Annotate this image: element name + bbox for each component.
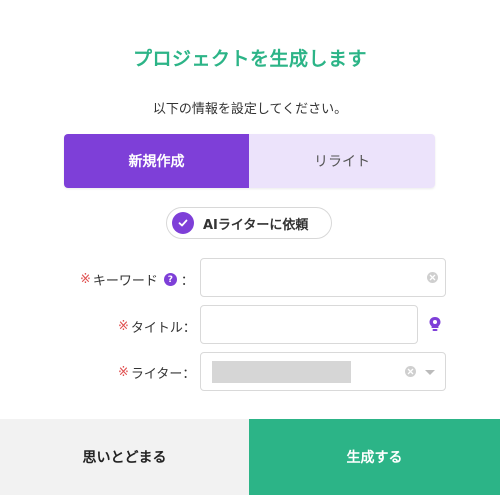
title-label-row: ※ タイトル ： <box>118 317 196 336</box>
tab-rewrite[interactable]: リライト <box>249 134 435 188</box>
mode-tabs: 新規作成 リライト <box>64 134 435 188</box>
writer-label: ライター <box>130 367 183 382</box>
help-icon[interactable]: ? <box>163 273 177 286</box>
bulb-icon[interactable] <box>428 316 442 332</box>
dialog-subtitle: 以下の情報を設定してください。 <box>152 102 348 117</box>
title-colon: ： <box>182 321 196 336</box>
writer-colon: ： <box>182 367 196 382</box>
generate-button[interactable]: 生成する <box>249 419 500 495</box>
chevron-down-icon[interactable] <box>425 370 435 375</box>
writer-label-row: ※ ライター ： <box>118 363 195 382</box>
title-field-wrap <box>200 305 418 344</box>
keyword-colon: ： <box>180 274 194 289</box>
tab-new[interactable]: 新規作成 <box>64 134 249 188</box>
clear-icon[interactable] <box>405 366 416 377</box>
writer-select[interactable] <box>200 352 446 391</box>
keyword-label-row: ※ キーワード ? ： <box>80 270 194 289</box>
keyword-label: キーワード <box>92 274 158 289</box>
required-mark: ※ <box>118 365 129 380</box>
ai-writer-toggle[interactable]: AIライターに依頼 <box>166 207 332 239</box>
dialog-title: プロジェクトを生成します <box>132 48 367 70</box>
title-input[interactable] <box>201 306 417 343</box>
cancel-button[interactable]: 思いとどまる <box>0 419 249 495</box>
keyword-field-wrap <box>200 258 446 297</box>
check-icon <box>172 212 194 234</box>
writer-select-value <box>212 361 351 383</box>
clear-icon[interactable] <box>427 272 438 283</box>
required-mark: ※ <box>80 272 91 287</box>
required-mark: ※ <box>118 319 129 334</box>
ai-writer-label: AIライターに依頼 <box>203 217 309 233</box>
title-label: タイトル <box>130 321 183 336</box>
keyword-input[interactable] <box>201 259 445 296</box>
